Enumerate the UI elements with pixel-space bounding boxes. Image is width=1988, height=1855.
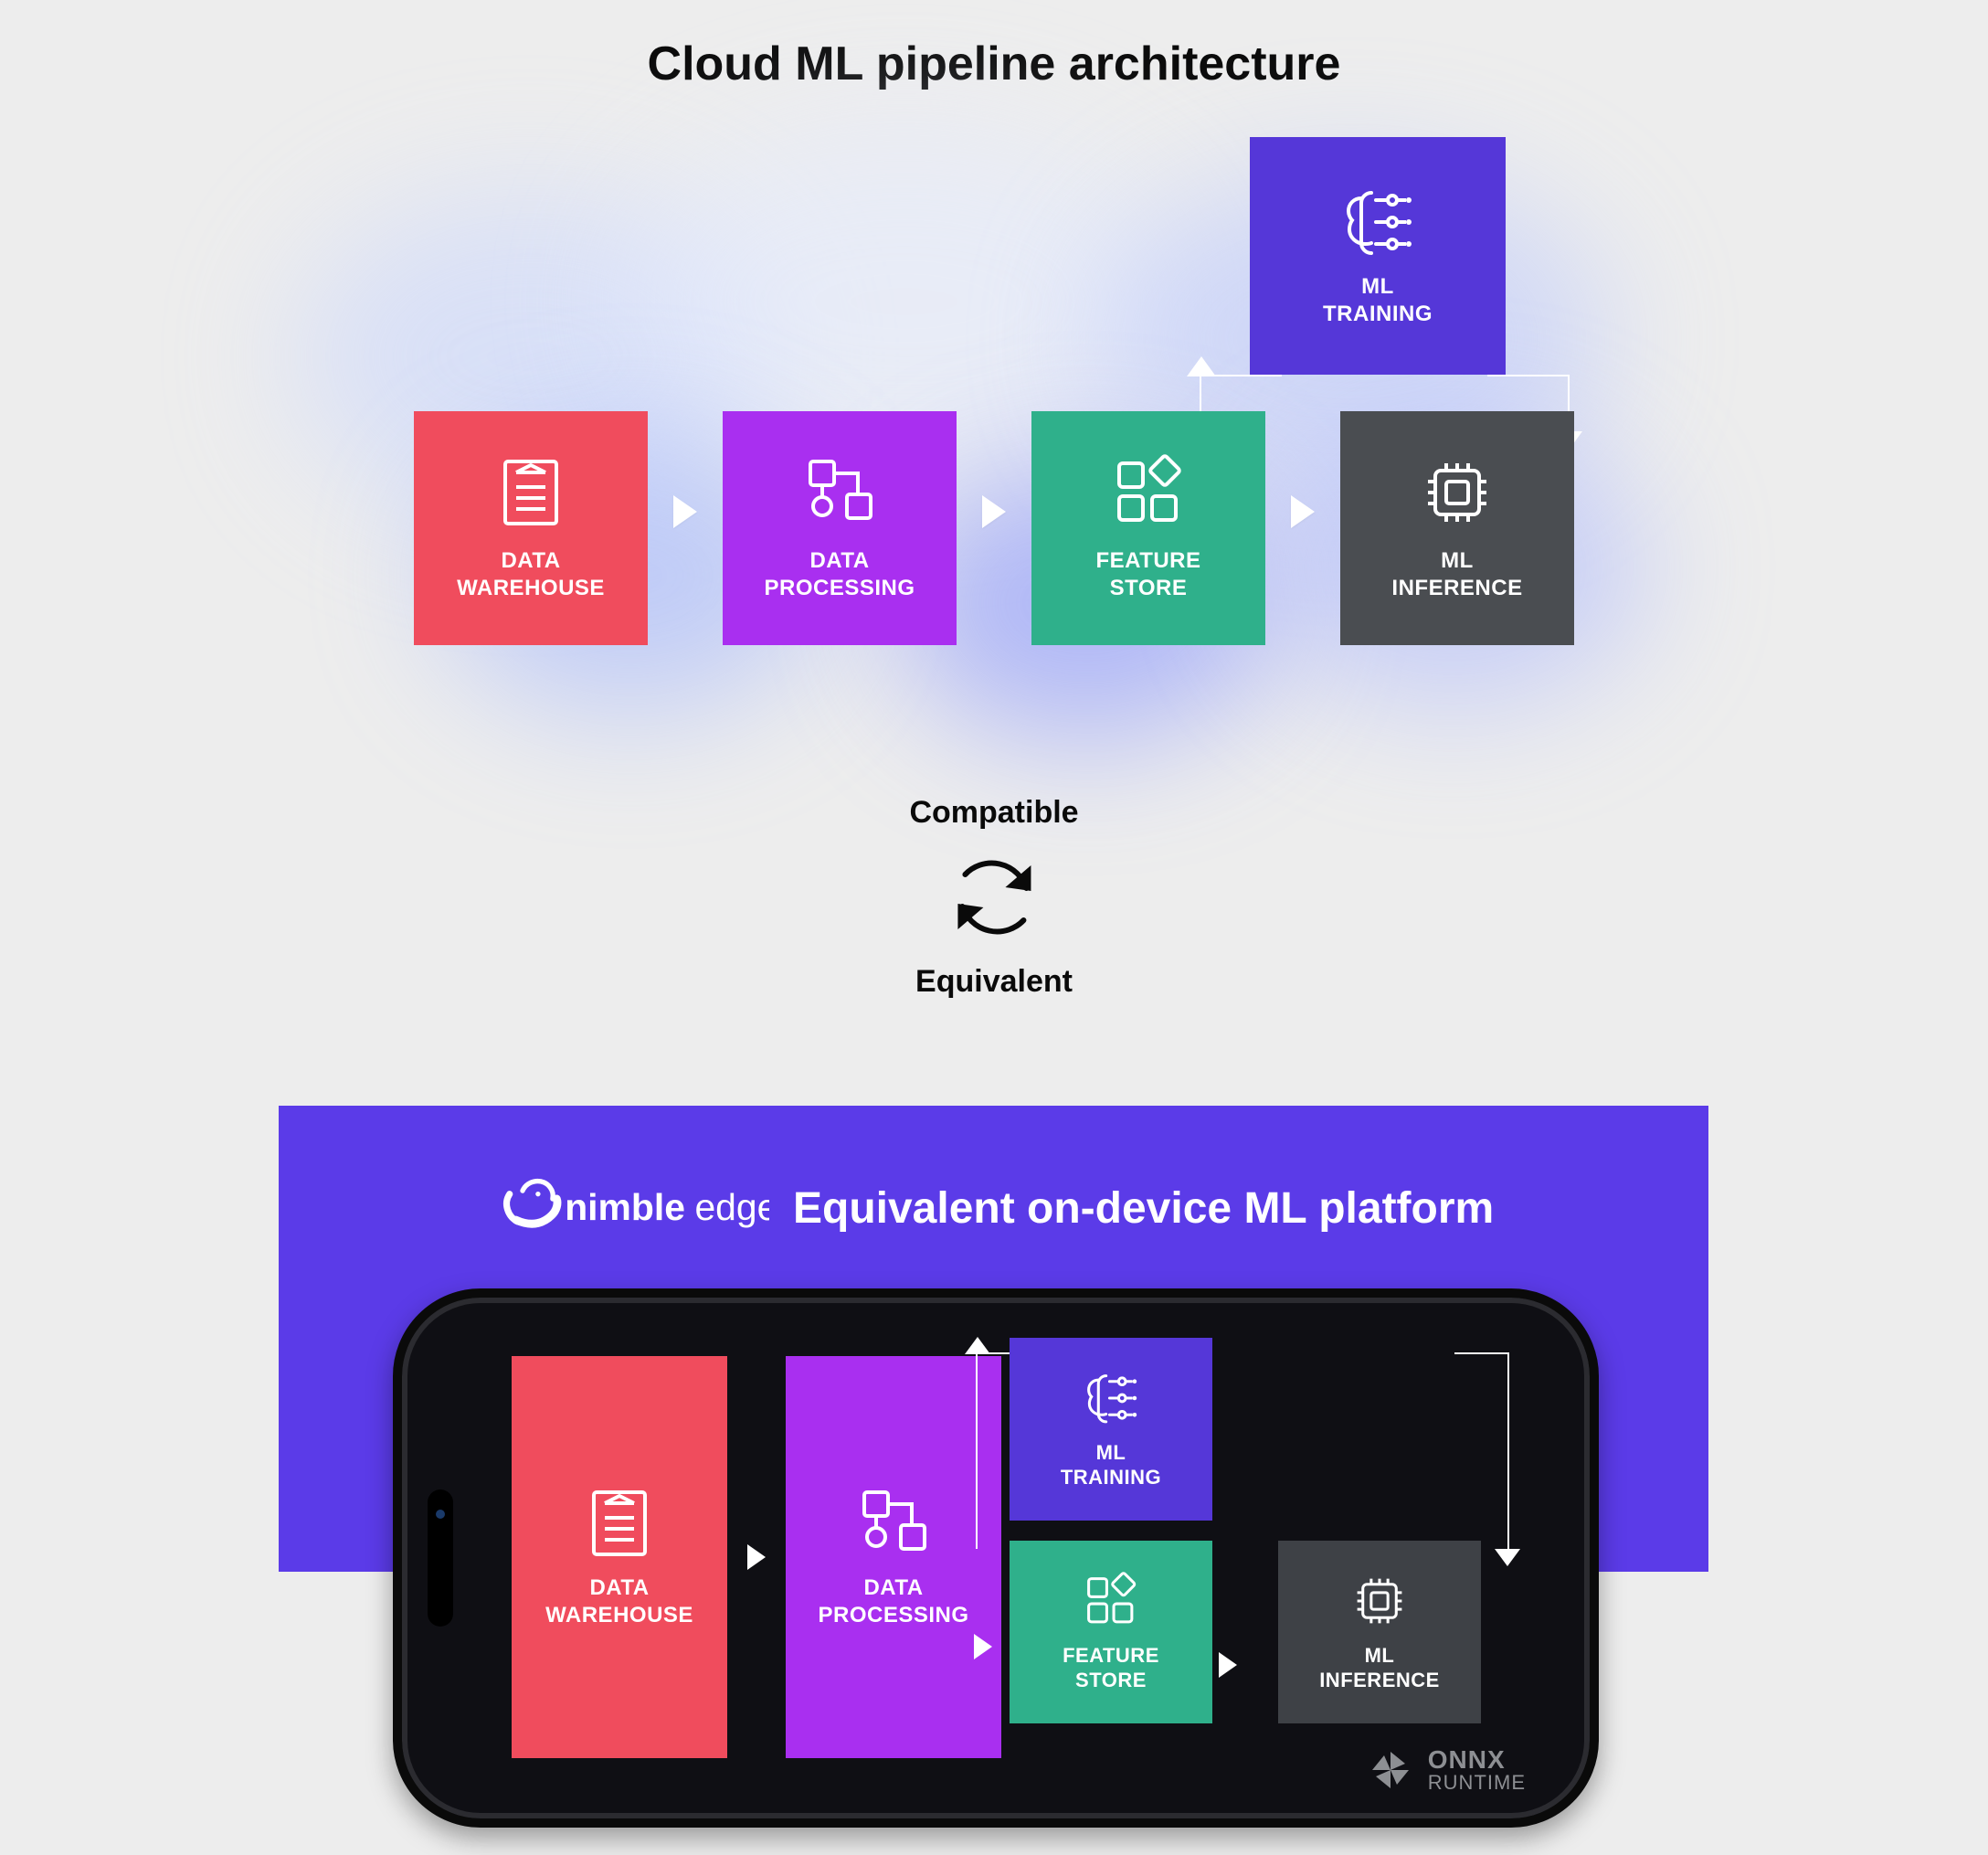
device-pipeline: DATA WAREHOUSE DATA PROCESSING ML TRAINI… xyxy=(402,1298,1590,1818)
svg-text:edge: edge xyxy=(694,1186,769,1228)
features-icon xyxy=(1082,1572,1140,1630)
data-processing-box: DATA PROCESSING xyxy=(786,1356,1001,1758)
ml-training-label: ML TRAINING xyxy=(1061,1440,1161,1490)
cloud-title: Cloud ML pipeline architecture xyxy=(0,37,1988,91)
feature-store-box: FEATURE STORE xyxy=(1031,411,1265,645)
svg-text:nimble: nimble xyxy=(565,1186,685,1228)
onnx-runtime-badge: ONNX RUNTIME xyxy=(1366,1745,1526,1795)
data-warehouse-box: DATA WAREHOUSE xyxy=(512,1356,727,1758)
ml-training-box: ML TRAINING xyxy=(1250,137,1506,375)
device-panel-header: nimble edge Equivalent on-device ML plat… xyxy=(279,1170,1708,1247)
cloud-pipeline: ML TRAINING DATA WAREHOUSE DATA PROCESSI… xyxy=(0,137,1988,795)
arrow-right-icon xyxy=(974,1634,992,1659)
warehouse-icon xyxy=(492,454,569,531)
arrow-right-icon xyxy=(1291,495,1315,528)
device-mid-arrows xyxy=(974,1524,992,1550)
onnx-line2: RUNTIME xyxy=(1428,1773,1526,1793)
device-col-4: ML INFERENCE xyxy=(1261,1338,1498,1723)
arrow-up-icon xyxy=(1187,356,1216,376)
data-processing-box: DATA PROCESSING xyxy=(723,411,957,645)
sync-icon xyxy=(939,847,1049,948)
arrow-right-icon xyxy=(747,1544,766,1570)
features-icon xyxy=(1110,454,1187,531)
pinwheel-icon xyxy=(1366,1745,1415,1795)
brain-icon xyxy=(1082,1369,1140,1427)
chip-icon xyxy=(1350,1572,1409,1630)
ml-inference-box: ML INFERENCE xyxy=(1340,411,1574,645)
feature-store-box: FEATURE STORE xyxy=(1010,1541,1212,1723)
ml-training-box: ML TRAINING xyxy=(1010,1338,1212,1521)
arrow-up-icon xyxy=(965,1337,990,1354)
ml-inference-label: ML INFERENCE xyxy=(1319,1643,1440,1693)
warehouse-icon xyxy=(581,1485,658,1562)
compatible-label: Compatible xyxy=(909,795,1078,831)
nimbleedge-logo: nimble edge xyxy=(493,1170,769,1247)
processing-icon xyxy=(801,454,878,531)
data-warehouse-box: DATA WAREHOUSE xyxy=(414,411,648,645)
onnx-line1: ONNX xyxy=(1428,1747,1526,1773)
phone-frame: DATA WAREHOUSE DATA PROCESSING ML TRAINI… xyxy=(393,1288,1599,1828)
arrow-down-icon xyxy=(1495,1549,1520,1566)
arrow-right-icon xyxy=(1219,1652,1237,1678)
processing-icon xyxy=(855,1485,932,1562)
device-title: Equivalent on-device ML platform xyxy=(793,1183,1494,1234)
feature-store-label: FEATURE STORE xyxy=(1095,547,1200,602)
arrow-right-icon xyxy=(982,495,1006,528)
brain-icon xyxy=(1339,184,1416,260)
ml-inference-box: ML INFERENCE xyxy=(1278,1541,1481,1723)
data-processing-label: DATA PROCESSING xyxy=(818,1574,968,1629)
cloud-pipeline-row: DATA WAREHOUSE DATA PROCESSING FEATURE S… xyxy=(414,411,1574,645)
device-col-3: ML TRAINING FEATURE STORE xyxy=(992,1338,1230,1723)
ml-inference-label: ML INFERENCE xyxy=(1391,547,1522,602)
chip-icon xyxy=(1419,454,1496,531)
feature-store-label: FEATURE STORE xyxy=(1063,1643,1159,1693)
compatibility-block: Compatible Equivalent xyxy=(909,795,1078,1000)
data-warehouse-label: DATA WAREHOUSE xyxy=(545,1574,693,1629)
arrow-right-icon xyxy=(673,495,697,528)
data-warehouse-label: DATA WAREHOUSE xyxy=(457,547,605,602)
equivalent-label: Equivalent xyxy=(915,964,1073,1000)
device-pipeline-row: DATA WAREHOUSE DATA PROCESSING xyxy=(512,1356,1001,1758)
ml-training-label: ML TRAINING xyxy=(1323,273,1433,328)
data-processing-label: DATA PROCESSING xyxy=(764,547,915,602)
